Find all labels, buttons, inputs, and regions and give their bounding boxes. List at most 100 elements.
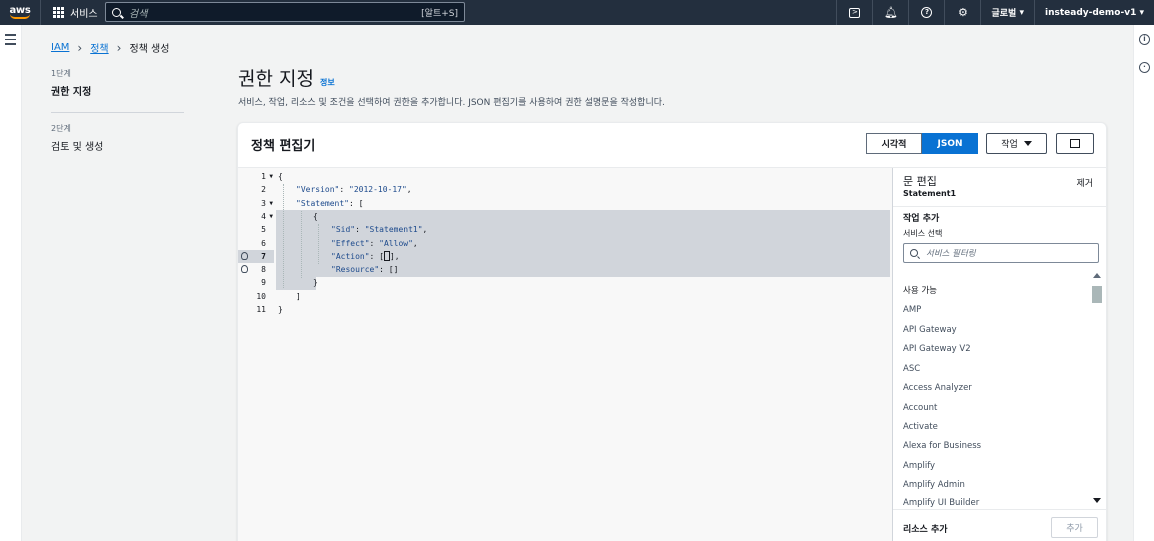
search-icon xyxy=(112,7,121,17)
info-panel-icon[interactable]: i xyxy=(1139,34,1150,45)
visual-mode-button[interactable]: 시각적 xyxy=(866,133,922,154)
add-resource-button[interactable]: 추가 xyxy=(1051,517,1098,538)
service-list[interactable]: 사용 가능 AMP API Gateway API Gateway V2 ASC… xyxy=(893,269,1106,509)
choose-service-label: 서비스 선택 xyxy=(903,229,943,238)
statement-edit-panel: 문 편집 Statement1 제거 작업 추가 서비스 선택 서비스 필터링 … xyxy=(892,168,1106,541)
indent-guide xyxy=(301,211,302,278)
breadcrumb: IAM › 정책 › 정책 생성 xyxy=(51,40,169,56)
search-input[interactable]: 검색 [알트+S] xyxy=(105,2,465,22)
scroll-down-icon[interactable] xyxy=(1093,498,1101,503)
code-line-9: } xyxy=(313,278,318,288)
code-line-7: "Action": [], xyxy=(331,251,400,262)
left-rail xyxy=(0,25,22,541)
breadcrumb-policies[interactable]: 정책 xyxy=(90,40,108,55)
line-number: 2 xyxy=(261,185,266,195)
service-option[interactable]: API Gateway V2 xyxy=(903,344,971,354)
line-number: 6 xyxy=(261,238,266,248)
statement-name: Statement1 xyxy=(903,189,957,198)
page-description: 서비스, 작업, 리소스 및 조건을 선택하여 권한을 추가합니다. JSON … xyxy=(238,98,665,108)
step-2-number: 2단계 xyxy=(51,124,71,133)
service-option[interactable]: Amplify UI Builder xyxy=(903,498,979,508)
line-number: 3 ▼ xyxy=(238,197,274,210)
service-option[interactable]: Access Analyzer xyxy=(903,383,972,393)
service-option[interactable]: Activate xyxy=(903,422,938,432)
code-line-3: "Statement": [ xyxy=(296,198,364,208)
grid-icon xyxy=(53,7,64,18)
lightbulb-icon xyxy=(241,251,248,260)
caret-down-icon xyxy=(1023,141,1032,146)
remove-statement-button[interactable]: 제거 xyxy=(1076,176,1093,189)
nav-right-group: > 🔔︎ ? ⚙︎ 글로벌 ▾ insteady-demo-v1 ▾ xyxy=(836,0,1154,25)
top-navigation: aws 서비스 검색 [알트+S] > 🔔︎ ? ⚙︎ 글로벌 ▾ instea… xyxy=(0,0,1154,25)
service-option[interactable]: ASC xyxy=(903,364,920,374)
aws-logo[interactable]: aws xyxy=(0,0,40,25)
panel-divider xyxy=(893,509,1106,510)
hamburger-menu-icon[interactable] xyxy=(5,34,16,48)
search-placeholder: 검색 xyxy=(129,8,148,20)
step-1-number: 1단계 xyxy=(51,69,71,78)
info-link[interactable]: 정보 xyxy=(320,77,335,88)
panel-title: 문 편집 xyxy=(903,175,937,188)
policy-editor-title: 정책 편집기 xyxy=(251,139,316,154)
step-2-title[interactable]: 검토 및 생성 xyxy=(51,138,184,153)
region-selector[interactable]: 글로벌 ▾ xyxy=(980,0,1034,25)
json-mode-button[interactable]: JSON xyxy=(922,133,978,154)
account-menu[interactable]: insteady-demo-v1 ▾ xyxy=(1033,0,1154,25)
service-option[interactable]: API Gateway xyxy=(903,325,957,335)
policy-editor-card: 정책 편집기 시각적 JSON 작업 1 ▼ 2 3 ▼ 4 ▼ 5 6 7 8 9 … xyxy=(237,122,1107,541)
scroll-thumb[interactable] xyxy=(1092,286,1102,303)
fullscreen-button[interactable] xyxy=(1056,133,1094,154)
scrollbar[interactable] xyxy=(1091,269,1103,509)
cloudshell-icon: > xyxy=(849,7,861,18)
code-line-5: "Sid": "Statement1", xyxy=(331,225,428,235)
service-option[interactable]: Alexa for Business xyxy=(903,441,981,451)
breadcrumb-iam[interactable]: IAM xyxy=(51,42,69,53)
indent-guide xyxy=(318,224,319,264)
settings-panel-icon[interactable]: · xyxy=(1139,62,1150,73)
fold-arrow-icon: ▼ xyxy=(269,199,273,207)
search-icon xyxy=(910,249,918,257)
line-number-gutter: 1 ▼ 2 3 ▼ 4 ▼ 5 6 7 8 9 10 11 xyxy=(238,168,276,541)
cloudshell-button[interactable]: > xyxy=(836,0,872,25)
json-code-editor[interactable]: 1 ▼ 2 3 ▼ 4 ▼ 5 6 7 8 9 10 11 { "Version": … xyxy=(238,168,892,541)
region-label: 글로벌 xyxy=(991,9,1017,19)
service-option[interactable]: AMP xyxy=(903,305,921,315)
selection-highlight-tail xyxy=(276,277,316,290)
settings-button[interactable]: ⚙︎ xyxy=(944,0,980,25)
help-icon: ? xyxy=(921,7,933,18)
service-option[interactable]: Amplify xyxy=(903,461,935,471)
code-line-10: ] xyxy=(296,291,301,301)
line-number: 10 xyxy=(256,291,266,301)
right-rail: i · xyxy=(1133,25,1154,541)
notifications-button[interactable]: 🔔︎ xyxy=(872,0,908,25)
fold-arrow-icon: ▼ xyxy=(269,212,273,220)
actions-dropdown-button[interactable]: 작업 xyxy=(986,133,1047,154)
actions-label: 작업 xyxy=(1001,140,1018,150)
step-divider xyxy=(51,112,184,113)
page-title: 권한 지정 xyxy=(238,68,314,90)
help-button[interactable]: ? xyxy=(908,0,944,25)
service-filter-placeholder: 서비스 필터링 xyxy=(926,249,976,259)
page-title-row: 권한 지정 정보 xyxy=(238,64,335,91)
services-menu-button[interactable]: 서비스 xyxy=(41,5,110,20)
step-1-title: 권한 지정 xyxy=(51,87,92,98)
code-line-1: { xyxy=(278,172,283,181)
lightbulb-icon xyxy=(241,265,248,274)
aws-smile-icon xyxy=(10,14,30,19)
fold-arrow-icon: ▼ xyxy=(269,173,273,180)
add-resource-heading: 리소스 추가 xyxy=(903,525,948,535)
service-filter-input[interactable]: 서비스 필터링 xyxy=(903,243,1099,263)
gear-icon: ⚙︎ xyxy=(958,6,968,19)
services-label: 서비스 xyxy=(70,9,98,20)
chevron-right-icon: › xyxy=(77,40,83,55)
scroll-up-icon[interactable] xyxy=(1093,273,1101,278)
fullscreen-icon xyxy=(1070,139,1080,148)
chevron-down-icon: ▾ xyxy=(1136,7,1144,18)
service-option[interactable]: Amplify Admin xyxy=(903,480,965,490)
indent-guide xyxy=(283,184,284,288)
search-shortcut-hint: [알트+S] xyxy=(421,8,458,19)
code-line-11: } xyxy=(278,305,283,314)
line-number: 8 xyxy=(238,263,274,276)
line-number: 5 xyxy=(261,225,266,235)
service-option[interactable]: Account xyxy=(903,403,937,413)
